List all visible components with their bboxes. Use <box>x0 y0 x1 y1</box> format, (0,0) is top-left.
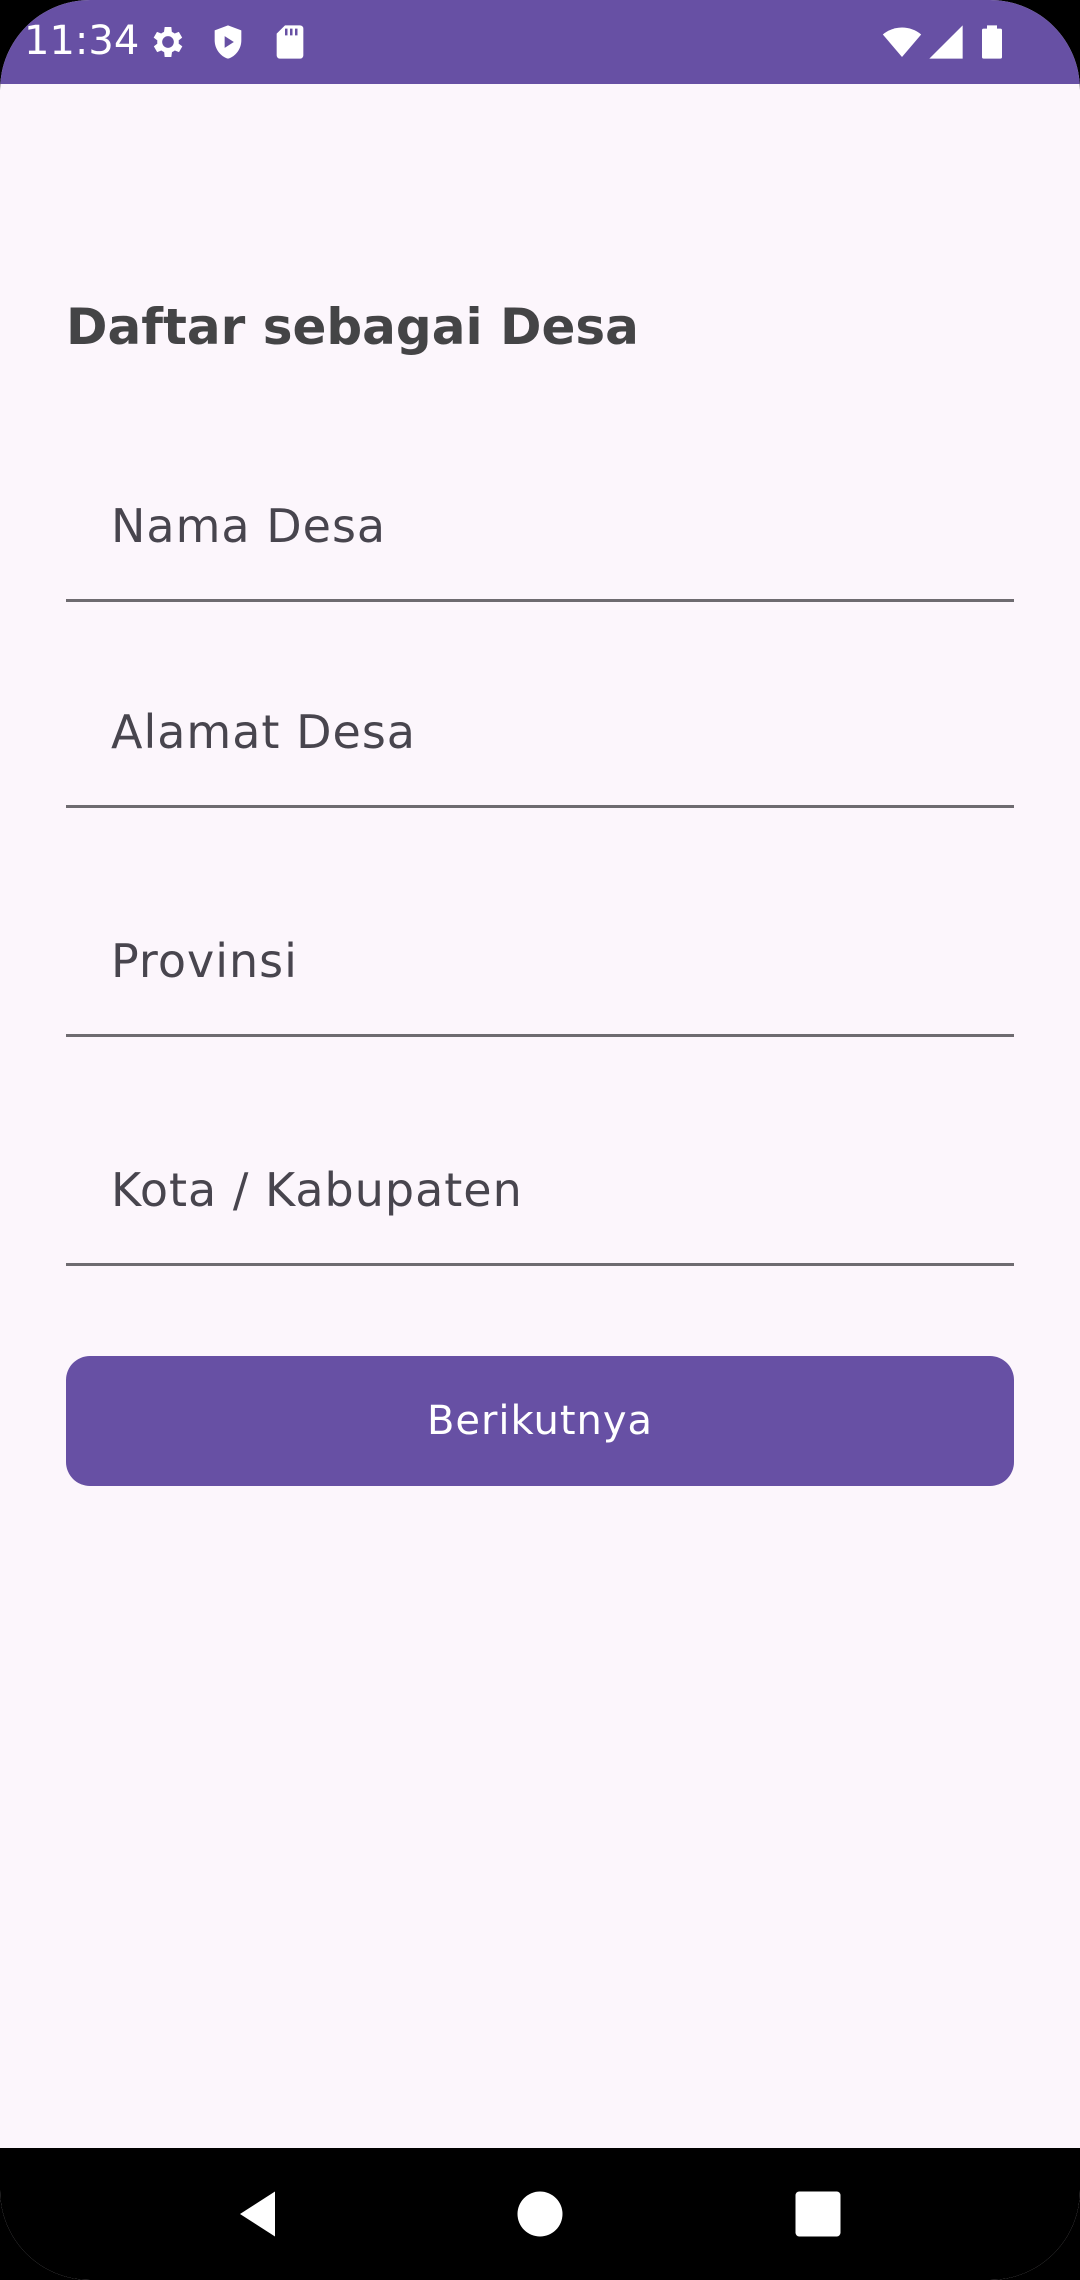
shield-play-icon <box>208 22 248 62</box>
phone-screen: 11:34 Daftar sebagai Desa Nama Desa Alam… <box>0 0 1080 2280</box>
wifi-icon <box>882 22 922 62</box>
village-name-field[interactable]: Nama Desa <box>66 462 1014 602</box>
city-regency-placeholder: Kota / Kabupaten <box>111 1163 523 1217</box>
status-bar: 11:34 <box>0 0 1080 84</box>
village-address-placeholder: Alamat Desa <box>111 705 416 759</box>
home-icon[interactable] <box>510 2184 570 2244</box>
cell-signal-icon <box>926 22 966 62</box>
sd-card-icon <box>270 22 310 62</box>
back-icon[interactable] <box>230 2184 290 2244</box>
gear-icon <box>148 22 188 62</box>
status-time: 11:34 <box>24 18 140 64</box>
province-placeholder: Provinsi <box>111 934 298 988</box>
recents-icon[interactable] <box>788 2184 848 2244</box>
battery-icon <box>972 22 1012 62</box>
village-name-placeholder: Nama Desa <box>111 499 387 553</box>
city-regency-field[interactable]: Kota / Kabupaten <box>66 1126 1014 1266</box>
navigation-bar <box>0 2148 1080 2280</box>
province-field[interactable]: Provinsi <box>66 897 1014 1037</box>
page-title: Daftar sebagai Desa <box>66 298 639 356</box>
village-address-field[interactable]: Alamat Desa <box>66 668 1014 808</box>
next-button[interactable]: Berikutnya <box>66 1356 1014 1486</box>
